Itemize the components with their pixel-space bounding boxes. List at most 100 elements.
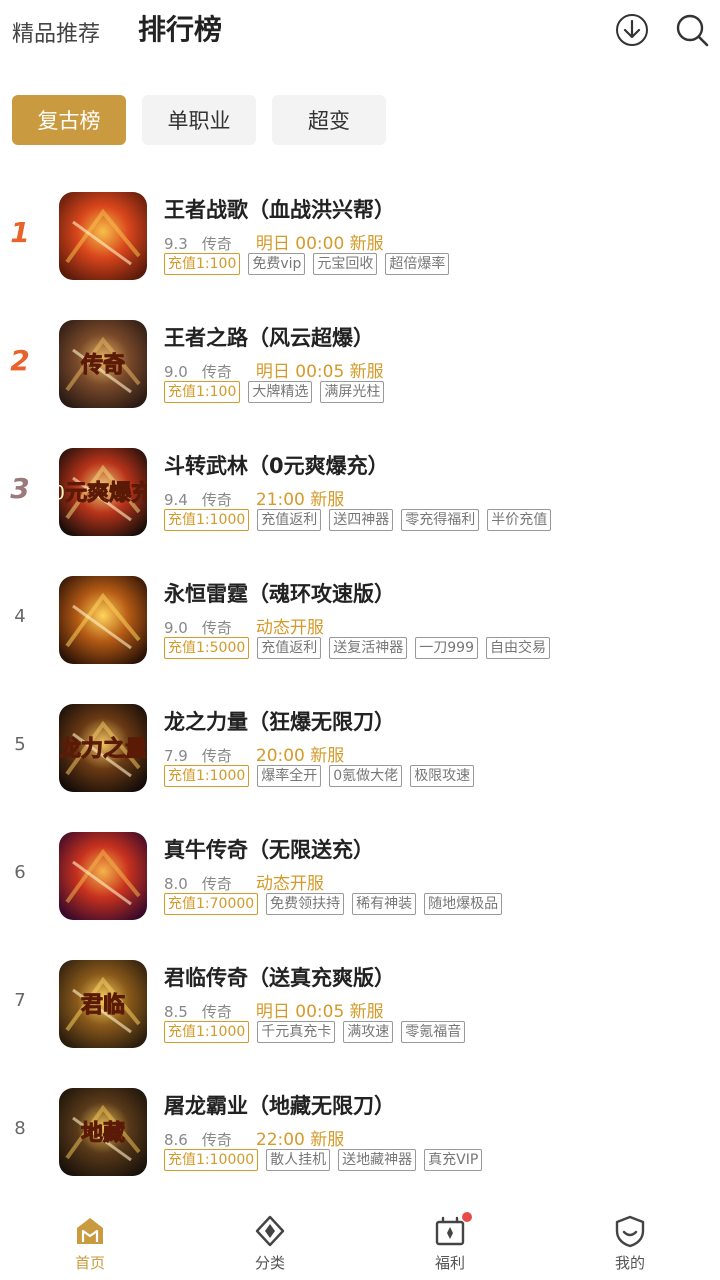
- game-title[interactable]: 斗转武林（0元爽爆充）: [164, 450, 389, 480]
- rank-number: 3: [10, 472, 30, 505]
- feature-tag: 大牌精选: [248, 381, 313, 403]
- feature-tag: 0氪做大佬: [329, 765, 403, 787]
- game-icon[interactable]: [59, 192, 147, 280]
- rank-number: 7: [14, 990, 26, 1011]
- game-icon-text: 地藏: [81, 1120, 125, 1145]
- nav-home[interactable]: 首页: [0, 1200, 180, 1280]
- game-row[interactable]: 3 0元爽爆充斗转武林（0元爽爆充） 9.4传奇21:00 新服充值1:1000 充值…: [0, 428, 720, 556]
- game-icon-art: [59, 832, 147, 920]
- game-title[interactable]: 屠龙霸业（地藏无限刀）: [164, 1090, 395, 1120]
- feature-tag: 送复活神器: [329, 637, 408, 659]
- recharge-ratio-tag: 充值1:100: [164, 253, 241, 275]
- tag-list: 充值1:5000 充值返利 送复活神器 一刀999 自由交易: [164, 637, 550, 659]
- rank-number: 4: [14, 606, 26, 627]
- game-icon-art: 地藏: [59, 1088, 147, 1176]
- server-time: 明日 00:00 新服: [255, 234, 384, 254]
- game-icon-art: 君临: [59, 960, 147, 1048]
- game-score: 9.0: [164, 619, 188, 637]
- profile-icon: [615, 1215, 645, 1248]
- game-score: 8.0: [164, 875, 188, 893]
- game-genre: 传奇: [201, 875, 232, 893]
- recharge-ratio-tag: 充值1:1000: [164, 509, 250, 531]
- game-title[interactable]: 君临传奇（送真充爽版）: [164, 962, 395, 992]
- game-icon[interactable]: 传奇: [59, 320, 147, 408]
- game-icon[interactable]: 君临: [59, 960, 147, 1048]
- ranking-list: 1 王者战歌（血战洪兴帮） 9.3 传奇 明日 00:00 新服 充值1:100 免费vip…: [0, 172, 720, 1196]
- game-genre: 传奇: [201, 235, 232, 253]
- tab-ranking[interactable]: 排行榜: [138, 8, 222, 48]
- feature-tag: 随地爆极品: [424, 893, 503, 915]
- filter-tab-super[interactable]: 超变: [272, 95, 386, 145]
- search-icon[interactable]: [674, 12, 710, 48]
- filter-tab-single-class[interactable]: 单职业: [142, 95, 256, 145]
- game-icon[interactable]: [59, 832, 147, 920]
- feature-tag: 半价充值: [487, 509, 552, 531]
- game-meta: 8.0 传奇 动态开服: [164, 869, 324, 894]
- game-row[interactable]: 5 龙力之量 龙之力量（狂爆无限刀） 7.9 传奇 20:00 新服 充值1:1000 爆率全…: [0, 684, 720, 812]
- feature-tag: 自由交易: [486, 637, 550, 659]
- game-meta: 7.9 传奇 20:00 新服: [164, 741, 344, 766]
- game-title[interactable]: 王者战歌（血战洪兴帮）: [164, 194, 395, 224]
- home-icon: [77, 1218, 103, 1244]
- game-row[interactable]: 4 永恒雷霆（魂环攻速版） 9.0 传奇 动态开服 充值1:5000 充值返利 送复活神器 一刀…: [0, 556, 720, 684]
- game-row[interactable]: 7 君临 君临传奇（送真充爽版） 8.5 传奇 明日 00:05 新服 充值1:1000 千元…: [0, 940, 720, 1068]
- tag-list: 充值1:1000 千元真充卡 满攻速 零氪福音: [164, 1021, 466, 1043]
- game-icon[interactable]: [59, 576, 147, 664]
- feature-tag: 充值返利: [257, 637, 322, 659]
- game-score: 8.6: [164, 1131, 188, 1149]
- recharge-ratio-tag: 充值1:5000: [164, 637, 250, 659]
- filter-tab-retro[interactable]: 复古榜: [12, 95, 126, 145]
- recharge-ratio-tag: 充值1:100: [164, 381, 241, 403]
- game-icon[interactable]: 地藏: [59, 1088, 147, 1176]
- game-icon-art: 0元爽爆充: [59, 448, 147, 536]
- nav-gift-label: 福利: [434, 1254, 465, 1272]
- game-icon[interactable]: 龙力之量: [59, 704, 147, 792]
- game-title[interactable]: 王者之路（风云超爆）: [164, 322, 374, 352]
- tag-list: 充值1:100 免费vip 元宝回收 超倍爆率: [164, 253, 450, 275]
- game-icon-text: 传奇: [80, 352, 125, 377]
- server-time: 动态开服: [255, 618, 324, 638]
- game-icon-art: [59, 576, 147, 664]
- server-time: 明日 00:05 新服: [255, 362, 384, 382]
- game-row[interactable]: 1 王者战歌（血战洪兴帮） 9.3 传奇 明日 00:00 新服 充值1:100 免费vip…: [0, 172, 720, 300]
- game-icon[interactable]: 0元爽爆充: [59, 448, 147, 536]
- bottom-nav: 首页 分类 福利 我的: [0, 1200, 720, 1280]
- recharge-ratio-tag: 充值1:70000: [164, 893, 259, 915]
- tag-list: 充值1:70000 免费领扶持 稀有神装 随地爆极品: [164, 893, 503, 915]
- tag-list: 充值1:1000 爆率全开 0氪做大佬 极限攻速: [164, 765, 475, 787]
- server-time: 动态开服: [255, 874, 324, 894]
- feature-tag: 送四神器: [329, 509, 394, 531]
- game-genre: 传奇: [201, 619, 232, 637]
- game-meta: 9.3 传奇 明日 00:00 新服: [164, 229, 384, 254]
- game-meta: 9.4 传奇 21:00 新服: [164, 485, 344, 510]
- game-score: 9.3: [164, 235, 188, 253]
- feature-tag: 千元真充卡: [257, 1021, 336, 1043]
- download-icon[interactable]: [614, 12, 650, 48]
- game-score: 9.0: [164, 363, 188, 381]
- nav-category[interactable]: 分类: [180, 1200, 360, 1280]
- nav-gift[interactable]: 福利: [360, 1200, 540, 1280]
- game-row[interactable]: 8 地藏 屠龙霸业（地藏无限刀） 8.6 传奇 22:00 新服 充值1:10000 散人挂机…: [0, 1068, 720, 1196]
- rank-number: 6: [14, 862, 26, 883]
- feature-tag: 满屏光柱: [320, 381, 385, 403]
- tag-list: 充值1:100 大牌精选 满屏光柱: [164, 381, 385, 403]
- feature-tag: 散人挂机: [266, 1149, 331, 1171]
- game-row[interactable]: 2 传奇 王者之路（风云超爆） 9.0 传奇 明日 00:05 新服 充值1:100 大牌精选…: [0, 300, 720, 428]
- nav-category-label: 分类: [254, 1254, 285, 1272]
- category-icon: [255, 1215, 285, 1247]
- game-meta: 9.0 传奇 明日 00:05 新服: [164, 357, 384, 382]
- top-header: 精品推荐 排行榜: [0, 0, 720, 70]
- game-meta: 8.5 传奇 明日 00:05 新服: [164, 997, 384, 1022]
- feature-tag: 免费领扶持: [266, 893, 345, 915]
- game-row[interactable]: 6 真牛传奇（无限送充） 8.0 传奇 动态开服 充值1:70000 免费领扶持 稀有神装 随地…: [0, 812, 720, 940]
- feature-tag: 一刀999: [415, 637, 478, 659]
- tab-featured[interactable]: 精品推荐: [12, 16, 100, 48]
- game-title[interactable]: 龙之力量（狂爆无限刀）: [164, 706, 395, 736]
- game-title[interactable]: 真牛传奇（无限送充）: [164, 834, 374, 864]
- game-icon-art: [59, 192, 147, 280]
- feature-tag: 爆率全开: [257, 765, 322, 787]
- game-genre: 传奇: [201, 363, 232, 381]
- nav-profile[interactable]: 我的: [540, 1200, 720, 1280]
- feature-tag: 充值返利: [257, 509, 322, 531]
- game-title[interactable]: 永恒雷霆（魂环攻速版）: [164, 578, 395, 608]
